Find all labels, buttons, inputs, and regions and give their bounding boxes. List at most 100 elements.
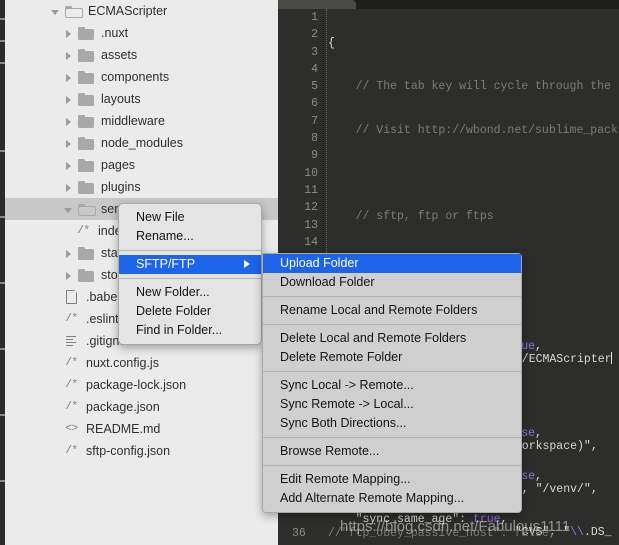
submenu-item-add-alternate-remote-mapping[interactable]: Add Alternate Remote Mapping...	[263, 489, 521, 508]
menu-item-label: Sync Both Directions...	[280, 416, 407, 430]
menu-item-delete-folder[interactable]: Delete Folder	[119, 302, 261, 321]
folder-icon	[78, 92, 94, 106]
line-number: 12	[304, 201, 318, 215]
code-line: // sftp, ftp or ftps	[328, 210, 494, 224]
menu-separator	[119, 250, 261, 251]
chevron-right-icon[interactable]	[63, 182, 74, 193]
tree-item-pages[interactable]: pages	[5, 154, 278, 176]
chevron-right-icon[interactable]	[63, 50, 74, 61]
tree-item-middleware[interactable]: middleware	[5, 110, 278, 132]
chevron-down-icon[interactable]	[63, 204, 74, 215]
menu-item-new-folder[interactable]: New Folder...	[119, 283, 261, 302]
menu-item-rename[interactable]: Rename...	[119, 227, 261, 246]
tree-item-node_modules[interactable]: node_modules	[5, 132, 278, 154]
tree-item-label: layouts	[101, 92, 141, 106]
submenu-item-delete-local-and-remote-folders[interactable]: Delete Local and Remote Folders	[263, 329, 521, 348]
menu-separator	[263, 296, 521, 297]
menu-item-label: Find in Folder...	[136, 323, 223, 337]
submenu-item-download-folder[interactable]: Download Folder	[263, 273, 521, 292]
menu-item-sftp-ftp[interactable]: SFTP/FTP	[119, 255, 261, 274]
code-line: // The tab key will cycle through the	[328, 80, 611, 94]
menu-separator	[263, 465, 521, 466]
line-number: 1	[311, 11, 318, 24]
tree-item-sftp-config.json[interactable]: /* sftp-config.json	[5, 440, 278, 462]
menu-item-label: Sync Remote -> Local...	[280, 397, 414, 411]
tree-item-label: components	[101, 70, 170, 84]
menu-item-label: Delete Folder	[136, 304, 212, 318]
tree-item-label: assets	[101, 48, 138, 62]
tree-item-label: ECMAScripter	[88, 4, 168, 18]
chevron-right-icon[interactable]	[63, 248, 74, 259]
submenu-item-sync-local-remote[interactable]: Sync Local -> Remote...	[263, 376, 521, 395]
js-file-icon: /*	[77, 225, 90, 237]
tree-item-label: README.md	[86, 422, 161, 436]
menu-item-find-in-folder[interactable]: Find in Folder...	[119, 321, 261, 340]
menu-item-label: Download Folder	[280, 275, 375, 289]
code-line: {	[328, 37, 335, 50]
sublime-text-window: 1234567891011121314151617 { // The tab k…	[0, 0, 619, 545]
code-line: // Visit http://wbond.net/sublime_pack	[328, 123, 618, 137]
tree-item-label: .nuxt	[101, 26, 129, 40]
tree-item-components[interactable]: components	[5, 66, 278, 88]
tree-item-label: pages	[101, 158, 136, 172]
tree-item-ECMAScripter[interactable]: ECMAScripter	[5, 0, 278, 22]
chevron-right-icon[interactable]	[63, 138, 74, 149]
line-number: 10	[304, 166, 318, 180]
tree-item-.nuxt[interactable]: .nuxt	[5, 22, 278, 44]
chevron-right-icon[interactable]	[63, 116, 74, 127]
code-line-fragment: eb/ECMAScripter	[508, 352, 612, 366]
chevron-right-icon[interactable]	[63, 72, 74, 83]
folder-icon	[78, 70, 94, 84]
text-lines-icon	[63, 335, 80, 348]
tree-item-nuxt.config.js[interactable]: /* nuxt.config.js	[5, 352, 278, 374]
code-line-fragment: n", "/venv/",	[508, 482, 598, 496]
chevron-right-icon[interactable]	[63, 160, 74, 171]
js-file-icon: /*	[65, 379, 78, 391]
menu-item-label: SFTP/FTP	[136, 257, 196, 271]
chevron-right-icon[interactable]	[63, 28, 74, 39]
tree-item-label: sftp-config.json	[86, 444, 171, 458]
tree-item-plugins[interactable]: plugins	[5, 176, 278, 198]
context-menu[interactable]: New File Rename... SFTP/FTP New Folder... De…	[118, 203, 262, 345]
folder-icon	[78, 48, 94, 62]
js-file-icon: /*	[65, 401, 78, 413]
line-number: 9	[311, 149, 318, 163]
submenu-item-rename-local-and-remote-folders[interactable]: Rename Local and Remote Folders	[263, 301, 521, 320]
submenu-item-delete-remote-folder[interactable]: Delete Remote Folder	[263, 348, 521, 367]
line-number: 11	[304, 183, 318, 197]
js-file-icon: /*	[65, 445, 78, 457]
menu-item-label: Add Alternate Remote Mapping...	[280, 491, 465, 505]
chevron-down-icon[interactable]	[50, 6, 61, 17]
tree-item-package-lock.json[interactable]: /* package-lock.json	[5, 374, 278, 396]
js-file-icon: /*	[65, 313, 78, 325]
submenu-item-edit-remote-mapping[interactable]: Edit Remote Mapping...	[263, 470, 521, 489]
tree-item-README.md[interactable]: <> README.md	[5, 418, 278, 440]
submenu-item-upload-folder[interactable]: Upload Folder	[263, 254, 521, 273]
tree-item-label: middleware	[101, 114, 165, 128]
js-file-icon: /*	[65, 357, 78, 369]
menu-item-label: Delete Remote Folder	[280, 350, 403, 364]
line-number: 13	[304, 218, 318, 232]
folder-icon	[78, 158, 94, 172]
tree-item-layouts[interactable]: layouts	[5, 88, 278, 110]
submenu-item-sync-remote-local[interactable]: Sync Remote -> Local...	[263, 395, 521, 414]
tree-item-package.json[interactable]: /* package.json	[5, 396, 278, 418]
chevron-right-icon[interactable]	[63, 270, 74, 281]
tree-item-assets[interactable]: assets	[5, 44, 278, 66]
menu-item-label: Edit Remote Mapping...	[280, 472, 411, 486]
code-content-right: eb/ECMAScripter |workspace)", n", "/venv…	[508, 325, 619, 545]
folder-icon	[78, 114, 94, 128]
submenu-item-sync-both-directions[interactable]: Sync Both Directions...	[263, 414, 521, 433]
editor-tab-active[interactable]	[278, 0, 356, 9]
menu-item-new-file[interactable]: New File	[119, 208, 261, 227]
chevron-right-icon[interactable]	[63, 94, 74, 105]
menu-item-label: New Folder...	[136, 285, 210, 299]
folder-open-icon	[78, 203, 96, 216]
submenu-item-browse-remote[interactable]: Browse Remote...	[263, 442, 521, 461]
folder-open-icon	[65, 5, 83, 18]
code-line-fragment	[508, 394, 619, 411]
sftp-ftp-submenu[interactable]: Upload Folder Download Folder Rename Local…	[262, 253, 522, 513]
line-number: 14	[304, 235, 318, 249]
line-number: 5	[311, 80, 318, 94]
folder-icon	[78, 180, 94, 194]
